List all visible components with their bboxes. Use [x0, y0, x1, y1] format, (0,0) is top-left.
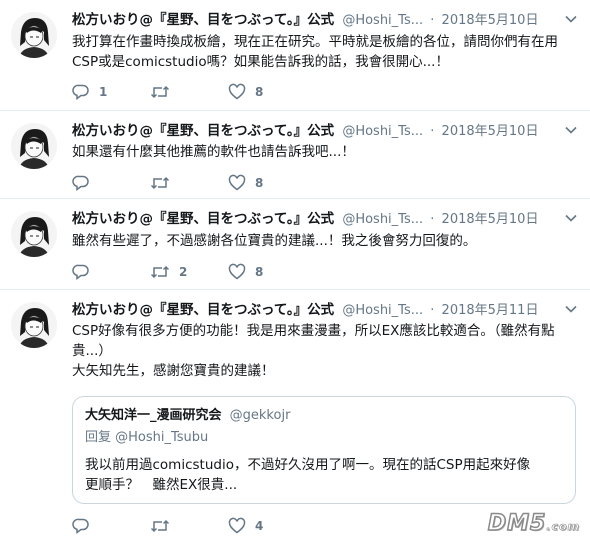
quoted-tweet-text: 我以前用過comicstudio，不過好久沒用了啊一。現在的話CSP用起來好像 …: [85, 455, 555, 495]
avatar-illustration: [11, 302, 57, 348]
author-name[interactable]: 松方いおり@『星野、目をつぶって。』公式: [72, 302, 334, 318]
retweet-button[interactable]: [150, 174, 228, 192]
quoted-reply-to[interactable]: 回复 @Hoshi_Tsubu: [85, 429, 208, 447]
tweet-date[interactable]: 2018年5月11日: [442, 303, 539, 318]
tweet-text: 雖然有些遲了，不過感謝各位寶貴的建議...！我之後會努力回復的。: [72, 231, 582, 251]
quoted-tweet[interactable]: 大矢知洋一_漫画研究会 @gekkojr 回复 @Hoshi_Tsubu 我以前…: [72, 396, 576, 504]
like-icon: [228, 174, 246, 191]
tweet-header: 松方いおり@『星野、目をつぶって。』公式 @Hoshi_Ts... · 2018…: [72, 10, 538, 30]
avatar[interactable]: [11, 12, 57, 58]
caret-down-icon[interactable]: [564, 12, 578, 26]
retweet-button[interactable]: 2: [150, 263, 228, 281]
reply-icon: [72, 84, 89, 100]
tweet-header: 松方いおり@『星野、目をつぶって。』公式 @Hoshi_Ts... · 2018…: [72, 121, 538, 141]
like-button[interactable]: 8: [228, 263, 306, 281]
like-count: 8: [255, 85, 264, 99]
tweet-2[interactable]: 松方いおり@『星野、目をつぶって。』公式 @Hoshi_Ts... · 2018…: [0, 111, 590, 199]
watermark-main: DM5: [487, 510, 547, 537]
avatar[interactable]: [11, 211, 57, 257]
like-count: 8: [255, 176, 264, 190]
tweet-text-line: 貴...）: [72, 343, 112, 359]
reply-button[interactable]: [72, 174, 150, 192]
retweet-icon: [150, 176, 170, 190]
tweet-text-line: 大矢知先生，感謝您寶貴的建議！: [72, 363, 275, 379]
avatar[interactable]: [11, 302, 57, 348]
separator: ·: [430, 212, 435, 227]
reply-button[interactable]: 1: [72, 83, 150, 101]
reply-icon: [72, 264, 89, 280]
author-handle[interactable]: @Hoshi_Ts...: [342, 303, 423, 318]
tweet-text: CSP好像有很多方便的功能！我是用來畫漫畫，所以EX應該比較適合。（雖然有點 貴…: [72, 321, 582, 381]
tweet-text: 我打算在作畫時換成板繪，現在正在研究。平時就是板繪的各位，請問你們有在用 CSP…: [72, 32, 582, 72]
retweet-icon: [150, 265, 170, 279]
quoted-tweet-header: 大矢知洋一_漫画研究会 @gekkojr: [85, 407, 290, 425]
watermark-logo: DM5.com: [487, 510, 580, 537]
tweet-text-line: 雖然有些遲了，不過感謝各位寶貴的建議...！我之後會努力回復的。: [72, 233, 477, 249]
tweet-date[interactable]: 2018年5月10日: [442, 124, 539, 139]
reply-button[interactable]: [72, 263, 150, 281]
quoted-author-handle[interactable]: @gekkojr: [230, 408, 291, 423]
retweet-icon: [150, 519, 170, 533]
author-name[interactable]: 松方いおり@『星野、目をつぶって。』公式: [72, 123, 334, 139]
like-icon: [228, 263, 246, 280]
author-name[interactable]: 松方いおり@『星野、目をつぶって。』公式: [72, 211, 334, 227]
tweet-actions: 8: [72, 173, 306, 193]
separator: ·: [430, 124, 435, 139]
like-button[interactable]: 8: [228, 83, 306, 101]
avatar-illustration: [11, 123, 57, 169]
retweet-count: 2: [179, 265, 188, 279]
caret-down-icon[interactable]: [564, 123, 578, 137]
reply-count: 1: [99, 85, 108, 99]
caret-down-icon[interactable]: [564, 302, 578, 316]
tweet-actions: 4: [72, 516, 306, 536]
like-button[interactable]: 4: [228, 517, 306, 535]
tweet-date[interactable]: 2018年5月10日: [442, 13, 539, 28]
tweet-text-line: 我打算在作畫時換成板繪，現在正在研究。平時就是板繪的各位，請問你們有在用: [72, 34, 558, 50]
retweet-button[interactable]: [150, 517, 228, 535]
tweet-date[interactable]: 2018年5月10日: [442, 212, 539, 227]
tweet-3[interactable]: 松方いおり@『星野、目をつぶって。』公式 @Hoshi_Ts... · 2018…: [0, 199, 590, 290]
author-handle[interactable]: @Hoshi_Ts...: [342, 124, 423, 139]
reply-icon: [72, 518, 89, 534]
quoted-text-line: 更順手？ 雖然EX很貴...: [85, 477, 238, 493]
tweet-text-line: CSP好像有很多方便的功能！我是用來畫漫畫，所以EX應該比較適合。（雖然有點: [72, 323, 555, 339]
avatar[interactable]: [11, 123, 57, 169]
author-name[interactable]: 松方いおり@『星野、目をつぶって。』公式: [72, 12, 334, 28]
like-icon: [228, 83, 246, 100]
tweet-text-line: CSP或是comicstudio嗎？如果能告訴我的話，我會很開心...！: [72, 54, 449, 70]
like-count: 4: [255, 519, 264, 533]
separator: ·: [430, 303, 435, 318]
separator: ·: [430, 13, 435, 28]
avatar-illustration: [11, 211, 57, 257]
quoted-author-name[interactable]: 大矢知洋一_漫画研究会: [85, 408, 222, 423]
like-icon: [228, 517, 246, 534]
tweet-actions: 1 8: [72, 82, 306, 102]
author-handle[interactable]: @Hoshi_Ts...: [342, 212, 423, 227]
reply-button[interactable]: [72, 517, 150, 535]
like-button[interactable]: 8: [228, 174, 306, 192]
tweet-text-line: 如果還有什麼其他推薦的軟件也請告訴我吧...！: [72, 144, 355, 160]
tweet-header: 松方いおり@『星野、目をつぶって。』公式 @Hoshi_Ts... · 2018…: [72, 209, 538, 229]
tweet-1[interactable]: 松方いおり@『星野、目をつぶって。』公式 @Hoshi_Ts... · 2018…: [0, 0, 590, 111]
retweet-button[interactable]: [150, 83, 228, 101]
tweet-text: 如果還有什麼其他推薦的軟件也請告訴我吧...！: [72, 142, 582, 162]
tweet-header: 松方いおり@『星野、目をつぶって。』公式 @Hoshi_Ts... · 2018…: [72, 300, 538, 320]
like-count: 8: [255, 265, 264, 279]
tweet-actions: 2 8: [72, 262, 306, 282]
quoted-text-line: 我以前用過comicstudio，不過好久沒用了啊一。現在的話CSP用起來好像: [85, 457, 531, 473]
reply-icon: [72, 175, 89, 191]
author-handle[interactable]: @Hoshi_Ts...: [342, 13, 423, 28]
caret-down-icon[interactable]: [564, 211, 578, 225]
retweet-icon: [150, 85, 170, 99]
watermark-suffix: .com: [546, 520, 580, 534]
avatar-illustration: [11, 12, 57, 58]
